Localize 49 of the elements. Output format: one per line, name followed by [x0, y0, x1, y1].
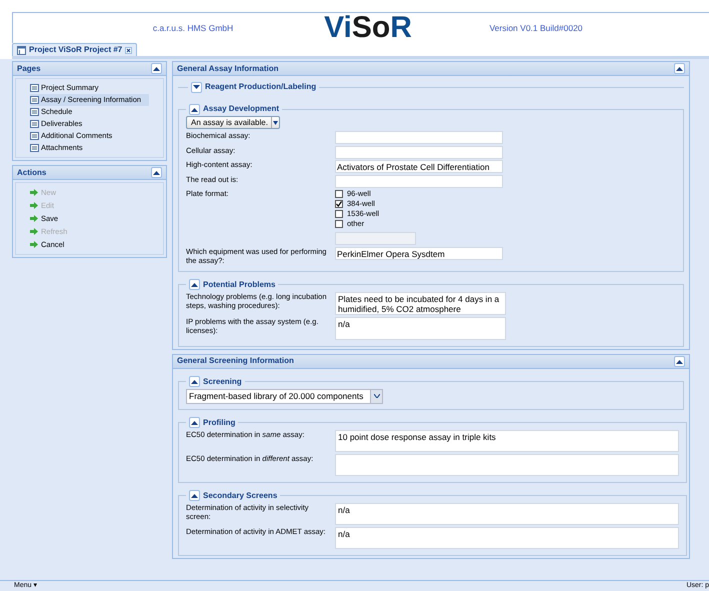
- collapse-icon[interactable]: [189, 490, 200, 501]
- checkbox[interactable]: [335, 210, 343, 218]
- form-icon: [30, 96, 39, 104]
- form-icon: [30, 120, 39, 128]
- visor-logo: ViSoR: [323, 13, 413, 43]
- fieldset-title: Screening: [203, 376, 242, 388]
- panel-title: Pages: [17, 62, 41, 74]
- panel-title: General Screening Information: [177, 355, 294, 367]
- text-field[interactable]: [335, 146, 503, 158]
- expand-icon[interactable]: [191, 82, 202, 92]
- collapse-icon[interactable]: [151, 63, 162, 74]
- collapse-icon[interactable]: [151, 167, 162, 178]
- text-area[interactable]: n/a: [335, 502, 679, 524]
- window-icon: [17, 46, 26, 54]
- fieldset-title: Secondary Screens: [203, 490, 278, 502]
- text-field[interactable]: Activators of Prostate Cell Differentiation: [335, 160, 503, 173]
- checkbox[interactable]: [335, 190, 343, 198]
- fieldset-title: Reagent Production/Labeling: [205, 81, 316, 93]
- version-label: Version V0.1 Build#0020: [488, 22, 584, 34]
- close-icon[interactable]: [125, 46, 132, 54]
- form-icon: [30, 84, 39, 92]
- text-field[interactable]: PerkinElmer Opera Sysdtem: [335, 247, 503, 260]
- collapse-icon[interactable]: [674, 356, 685, 366]
- fieldset-title: Potential Problems: [203, 278, 276, 290]
- form-icon: [30, 144, 39, 152]
- project-tab[interactable]: Project ViSoR Project #7: [12, 43, 138, 56]
- panel-title: General Assay Information: [177, 62, 279, 74]
- assay-dropdown[interactable]: An assay is available.: [186, 116, 280, 129]
- collapse-icon[interactable]: [189, 104, 200, 114]
- collapse-icon[interactable]: [189, 279, 200, 290]
- caret-icon: [272, 120, 278, 124]
- text-area[interactable]: n/a: [335, 316, 506, 340]
- company-name: c.a.r.u.s. HMS GmbH: [152, 22, 234, 34]
- text-area[interactable]: n/a: [335, 526, 679, 548]
- checkbox[interactable]: [335, 200, 343, 208]
- form-icon: [30, 132, 39, 140]
- fieldset-title: Profiling: [203, 416, 236, 428]
- text-area[interactable]: 10 point dose response assay in triple kits: [335, 430, 679, 452]
- tab-label: Project ViSoR Project #7: [29, 44, 122, 56]
- text-area[interactable]: Plates need to be incubated for 4 days in a humidified, 5% CO2 atmosphere: [335, 292, 506, 314]
- fieldset-title: Assay Development: [203, 103, 280, 115]
- collapse-icon[interactable]: [189, 376, 200, 387]
- text-field[interactable]: [335, 174, 503, 188]
- collapse-icon[interactable]: [674, 63, 685, 74]
- text-field[interactable]: [335, 131, 503, 144]
- collapse-icon[interactable]: [189, 417, 200, 428]
- checkbox[interactable]: [335, 220, 343, 228]
- panel-title: Actions: [17, 166, 46, 178]
- form-icon: [30, 108, 39, 116]
